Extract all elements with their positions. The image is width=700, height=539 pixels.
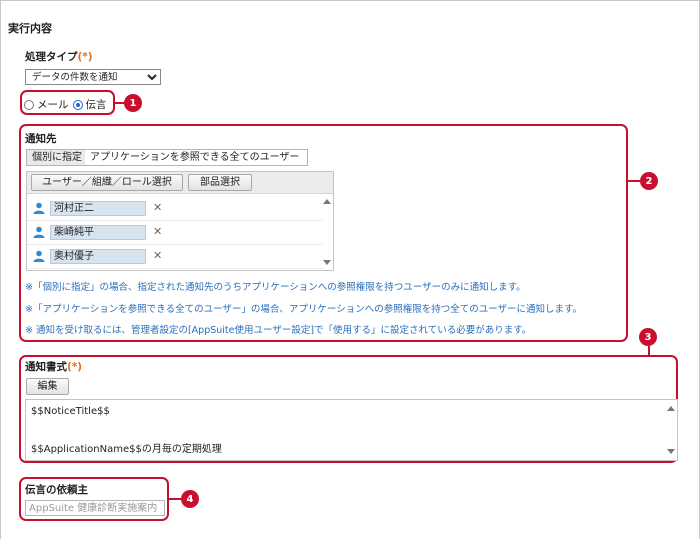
recipient-row: 河村正二 ✕ <box>27 197 323 221</box>
recipient-row: 柴崎純平 ✕ <box>27 221 323 245</box>
callout-connector-2 <box>628 180 640 182</box>
remove-icon[interactable]: ✕ <box>153 225 162 238</box>
recipient-name: 奥村優子 <box>50 249 146 264</box>
scroll-down-icon[interactable] <box>667 449 675 454</box>
picker-toolbar: ユーザー／組織／ロール選択 部品選択 <box>27 172 333 194</box>
callout-badge-2: 2 <box>640 172 658 190</box>
format-line: $$NoticeTitle$$ <box>31 406 110 417</box>
scroll-up-icon[interactable] <box>323 199 331 204</box>
remove-icon[interactable]: ✕ <box>153 249 162 262</box>
callout-badge-3: 3 <box>639 328 657 346</box>
picker-scrollbar[interactable] <box>321 195 332 269</box>
format-label-text: 通知書式 <box>25 361 67 373</box>
process-type-label-text: 処理タイプ <box>25 51 78 63</box>
requester-input[interactable] <box>25 500 165 516</box>
scroll-up-icon[interactable] <box>667 406 675 411</box>
user-icon <box>33 250 45 262</box>
scroll-down-icon[interactable] <box>323 260 331 265</box>
required-mark: (*) <box>67 361 83 373</box>
process-type-label: 処理タイプ(*) <box>25 49 93 64</box>
recipient-row: 奥村優子 ✕ <box>27 245 323 269</box>
part-select-button[interactable]: 部品選択 <box>188 174 252 191</box>
recipient-picker: ユーザー／組織／ロール選択 部品選択 河村正二 ✕ 柴崎純平 ✕ 奥村優子 ✕ <box>26 171 334 271</box>
required-mark: (*) <box>77 51 93 63</box>
user-icon <box>33 226 45 238</box>
method-radio-group: メール 伝言 <box>24 97 107 112</box>
format-label: 通知書式(*) <box>25 359 82 374</box>
section-title: 実行内容 <box>8 22 52 35</box>
remove-icon[interactable]: ✕ <box>153 201 162 214</box>
format-line: $$ApplicationName$$の月毎の定期処理 <box>31 444 222 455</box>
callout-connector-4 <box>169 498 181 500</box>
recipient-name: 柴崎純平 <box>50 225 146 240</box>
user-icon <box>33 202 45 214</box>
edit-format-button[interactable]: 編集 <box>26 378 69 395</box>
tab-all-users[interactable]: アプリケーションを参照できる全てのユーザー <box>85 149 308 166</box>
recipient-name: 河村正二 <box>50 201 146 216</box>
note-individual: ※「個別に指定」の場合、指定された通知先のうちアプリケーションへの参照権限を持つ… <box>25 282 526 293</box>
recipients-label: 通知先 <box>25 133 57 145</box>
tab-individual[interactable]: 個別に指定 <box>26 149 88 166</box>
message-radio-label[interactable]: 伝言 <box>86 97 107 112</box>
callout-badge-1: 1 <box>124 94 142 112</box>
callout-connector-1 <box>115 102 124 104</box>
callout-badge-4: 4 <box>181 490 199 508</box>
process-type-select[interactable]: データの件数を通知 <box>25 69 161 85</box>
note-requirement: ※ 通知を受け取るには、管理者設定の[AppSuite使用ユーザー設定]で「使用… <box>25 325 532 336</box>
format-scrollbar[interactable] <box>665 402 676 458</box>
message-radio[interactable] <box>72 99 83 110</box>
mail-radio-label[interactable]: メール <box>37 97 69 112</box>
callout-connector-3 <box>648 346 650 355</box>
requester-label: 伝言の依頼主 <box>25 484 88 496</box>
user-org-role-select-button[interactable]: ユーザー／組織／ロール選択 <box>31 174 183 191</box>
note-all-users: ※「アプリケーションを参照できる全てのユーザー」の場合、アプリケーションへの参照… <box>25 304 583 315</box>
mail-radio[interactable] <box>24 99 34 110</box>
format-textarea[interactable]: $$NoticeTitle$$ $$ApplicationName$$の月毎の定… <box>25 399 678 461</box>
